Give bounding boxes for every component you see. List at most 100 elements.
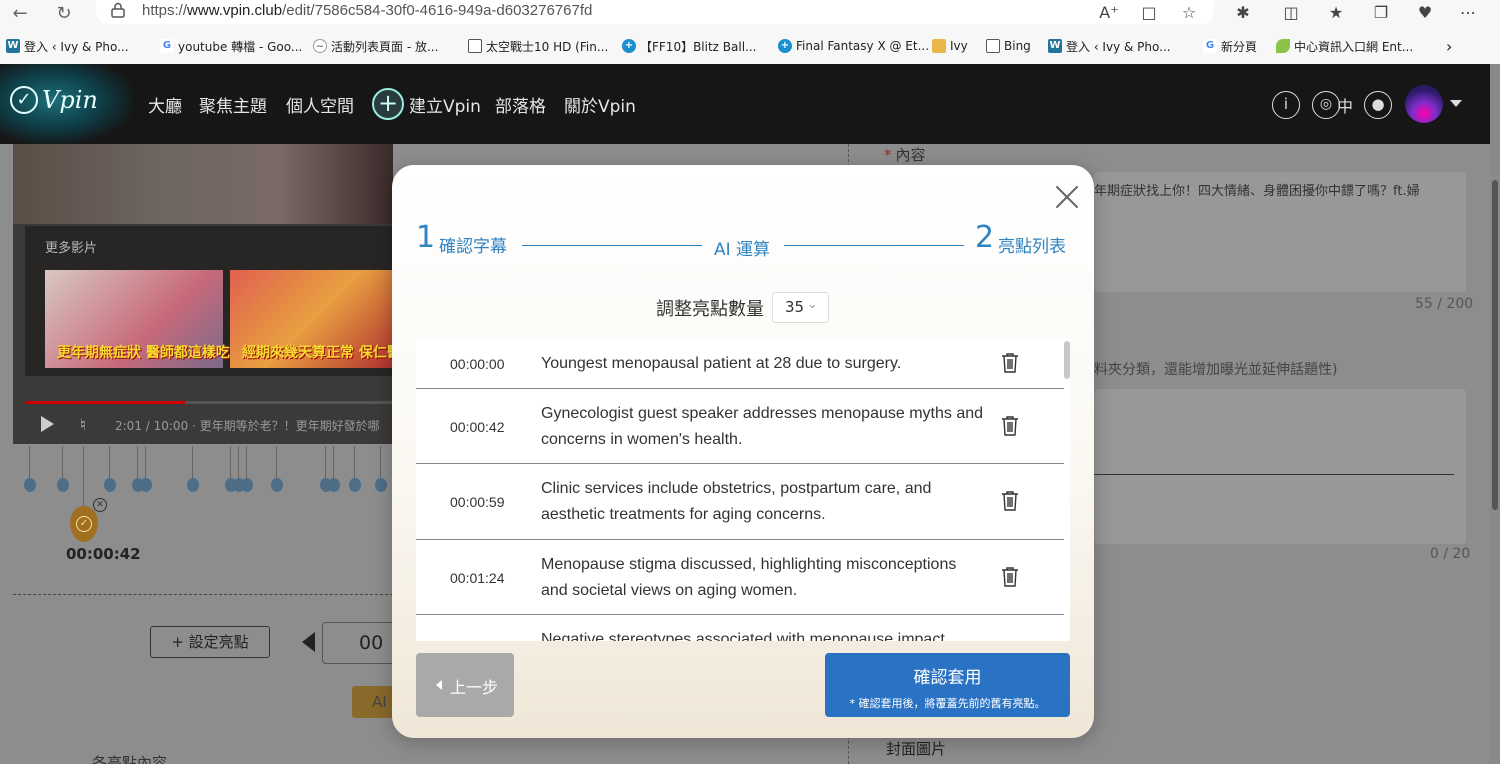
highlight-pin[interactable] [349, 446, 361, 492]
collections-icon[interactable]: ❐ [1370, 2, 1392, 24]
highlight-pin[interactable] [104, 446, 116, 492]
bookmark-item[interactable]: + Final Fantasy X @ Et... [778, 36, 929, 56]
more-videos-panel: 更多影片 更年期無症狀 醫師都這樣吃! 經期來幾天算正常 保仁醫師報你知 [25, 226, 393, 376]
app-available-icon[interactable]: □ [1138, 2, 1160, 24]
tag-input-area[interactable] [1094, 389, 1466, 544]
highlight-row: 00:01:24 Menopause stigma discussed, hig… [416, 540, 1064, 615]
bookmark-item[interactable]: 太空戰士10 HD (Fin... [468, 36, 608, 56]
ai-computing-label: AI 運算 [714, 240, 771, 260]
tag-count: 0 / 20 [1430, 546, 1471, 562]
bookmarks-overflow-icon[interactable]: › [1446, 36, 1452, 56]
bookmark-item[interactable]: 中心資訊入口網 Ent... [1276, 36, 1413, 56]
play-icon[interactable] [41, 416, 54, 432]
vpin-logo[interactable]: ✓ Vpin [0, 64, 132, 144]
trash-icon[interactable] [1000, 415, 1020, 437]
nav-topics[interactable]: 聚焦主題 [199, 92, 267, 117]
set-highlight-button[interactable]: + 設定亮點 [150, 626, 270, 658]
wordpress-icon: W [1048, 39, 1062, 53]
row-text: Negative stereotypes associated with men… [541, 631, 945, 641]
row-text: Clinic services include obstetrics, post… [541, 480, 932, 523]
time-input[interactable]: 00 [322, 622, 402, 664]
highlight-modal: 1 確認字幕 AI 運算 2 亮點列表 調整亮點數量 35 ⌄ 00:00:00… [392, 165, 1094, 738]
globe-icon[interactable]: ◎ [1312, 91, 1340, 119]
highlight-pin[interactable] [328, 446, 340, 492]
language-label[interactable]: 中 [1337, 93, 1353, 117]
highlight-pin[interactable] [140, 446, 152, 492]
bookmark-item[interactable]: ~ 活動列表頁面 - 放... [313, 36, 438, 56]
step-connector [784, 245, 964, 246]
highlight-pin[interactable] [24, 446, 36, 492]
plus-circle-icon[interactable]: + [372, 88, 404, 120]
lock-icon [111, 2, 125, 18]
content-char-count: 55 / 200 [1415, 296, 1474, 312]
close-icon[interactable] [1054, 184, 1080, 210]
previous-icon[interactable] [302, 632, 315, 652]
page-icon [468, 39, 482, 53]
highlight-row: 00:00:59 Clinic services include obstetr… [416, 464, 1064, 540]
read-aloud-icon[interactable]: A⁺ [1098, 2, 1120, 24]
bookmark-item[interactable]: Bing [986, 36, 1031, 56]
highlights-content-label: 各亮點內容 [92, 754, 168, 764]
highlight-count-select[interactable]: 35 [772, 292, 829, 323]
info-icon[interactable]: i [1272, 91, 1300, 119]
video-time: 2:01 / 10:00 · 更年期等於老？！更年期好發於哪 [115, 419, 380, 433]
volume-icon[interactable]: ♮ [80, 415, 86, 434]
selected-pin-line [83, 446, 84, 506]
row-text: Gynecologist guest speaker addresses men… [541, 405, 984, 448]
folder-icon [932, 39, 946, 53]
browser-toolbar: ← ↻ https://www.vpin.club/edit/7586c584-… [0, 0, 1500, 64]
bookmark-item[interactable]: Ivy [932, 36, 968, 56]
nav-create-vpin[interactable]: 建立Vpin [409, 92, 481, 117]
highlight-pin[interactable] [57, 446, 69, 492]
back-icon[interactable]: ← [8, 2, 32, 26]
chevron-down-icon[interactable]: ⌄ [807, 297, 818, 312]
refresh-icon[interactable]: ↻ [52, 2, 76, 26]
video-frame [13, 144, 393, 224]
bookmark-item[interactable]: Gyoutube 轉檔 - Goo... [160, 36, 302, 56]
nav-blog[interactable]: 部落格 [495, 92, 546, 117]
previous-step-button[interactable]: 上一步 [416, 653, 514, 717]
chevron-down-icon[interactable] [1450, 100, 1462, 107]
avatar[interactable] [1405, 85, 1443, 123]
bookmark-item[interactable]: W 登入 ‹ Ivy & Pho... [1048, 36, 1171, 56]
extensions-icon[interactable]: ✱ [1232, 2, 1254, 24]
trash-icon[interactable] [1000, 352, 1020, 374]
adjust-count-label: 調整亮點數量 [656, 299, 764, 320]
bookmark-item[interactable]: G 新分頁 [1203, 36, 1257, 56]
highlight-list[interactable]: 00:00:00 Youngest menopausal patient at … [416, 339, 1070, 641]
split-screen-icon[interactable]: ◫ [1280, 2, 1302, 24]
remove-pin-icon[interactable]: ✕ [93, 498, 107, 512]
list-scroll-thumb[interactable] [1064, 341, 1070, 379]
video-player[interactable]: 更多影片 更年期無症狀 醫師都這樣吃! 經期來幾天算正常 保仁醫師報你知 ♮ 2… [13, 144, 393, 444]
video-thumbnail[interactable]: 經期來幾天算正常 保仁醫師報你知 [230, 270, 393, 368]
highlight-pin[interactable] [375, 446, 387, 492]
video-thumbnail[interactable]: 更年期無症狀 醫師都這樣吃! [45, 270, 236, 368]
nav-about[interactable]: 關於Vpin [564, 92, 636, 117]
highlight-pin[interactable] [187, 446, 199, 492]
bell-icon[interactable]: ● [1364, 91, 1392, 119]
address-bar[interactable]: https://www.vpin.club/edit/7586c584-30f0… [96, 0, 1214, 24]
confirm-apply-button[interactable]: 確認套用 * 確認套用後，將覆蓋先前的舊有亮點。 [825, 653, 1070, 717]
nav-lobby[interactable]: 大廳 [148, 92, 182, 117]
content-label: * 內容 [884, 146, 926, 164]
caret-left-icon [436, 680, 442, 690]
step1-number: 1 [416, 220, 436, 255]
browser-essentials-icon[interactable]: ♥ [1414, 2, 1436, 24]
favorites-icon[interactable]: ★ [1325, 2, 1347, 24]
wordpress-icon: W [6, 39, 20, 53]
bookmark-item[interactable]: + 【FF10】Blitz Ball... [622, 36, 757, 56]
check-icon: ✓ [76, 516, 92, 532]
row-time: 00:00:00 [450, 356, 505, 372]
video-progress-fill [25, 401, 185, 404]
trash-icon[interactable] [1000, 566, 1020, 588]
highlight-pin[interactable] [241, 446, 253, 492]
page-scroll-thumb[interactable] [1492, 180, 1498, 510]
highlight-pin[interactable] [271, 446, 283, 492]
bookmark-item[interactable]: W 登入 ‹ Ivy & Pho... [6, 36, 129, 56]
nav-personal-space[interactable]: 個人空間 [286, 92, 354, 117]
more-menu-icon[interactable]: ⋯ [1457, 2, 1479, 24]
ff-icon: + [778, 39, 792, 53]
trash-icon[interactable] [1000, 490, 1020, 512]
more-videos-title: 更多影片 [45, 241, 98, 256]
favorite-star-icon[interactable]: ☆ [1178, 2, 1200, 24]
